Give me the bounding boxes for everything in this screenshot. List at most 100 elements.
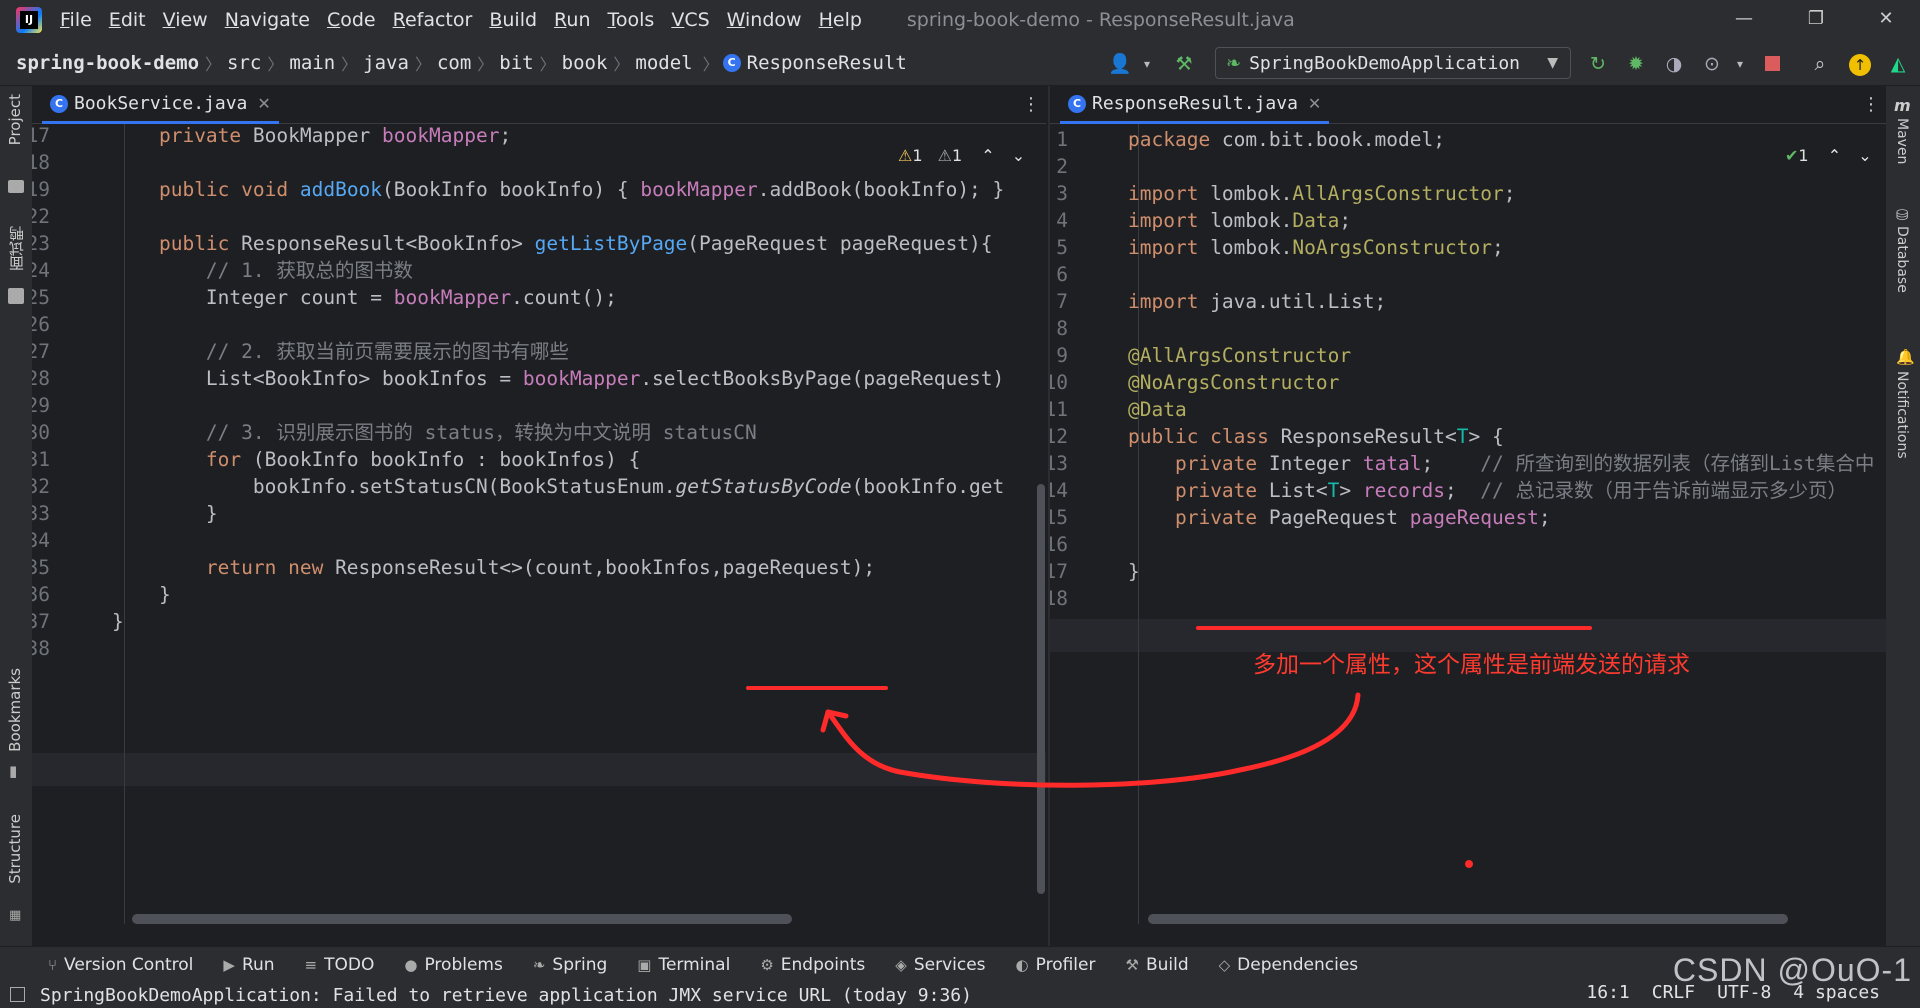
- menu-window[interactable]: Window: [727, 9, 802, 31]
- menu-code[interactable]: Code: [327, 9, 376, 31]
- tool-window-build[interactable]: ⚒ Build: [1125, 955, 1188, 975]
- update-icon[interactable]: ↑: [1848, 52, 1872, 76]
- project-tool-button[interactable]: Project: [6, 94, 24, 145]
- tool-window-spring[interactable]: ❧ Spring: [533, 955, 607, 975]
- left-code-editor[interactable]: ⚠1 ⚠1 ⌃ ⌄ 17 private BookMapper bookMapp…: [32, 124, 1046, 924]
- breadcrumb-file[interactable]: ResponseResult: [747, 52, 913, 74]
- main-menu: File Edit View Navigate Code Refactor Build Run…: [60, 9, 879, 31]
- minimize-icon[interactable]: —: [1724, 8, 1764, 29]
- left-editor-pane: C BookService.java ✕ ⋮ ⚠1 ⚠1 ⌃ ⌄ 17 priv…: [32, 86, 1046, 946]
- breadcrumb-model[interactable]: model: [629, 52, 698, 74]
- mianshi-icon: [8, 288, 24, 304]
- tool-window-endpoints[interactable]: ⚙ Endpoints: [760, 955, 865, 975]
- coverage-icon[interactable]: ◑: [1662, 52, 1686, 76]
- menu-view[interactable]: View: [163, 9, 208, 31]
- vertical-scrollbar[interactable]: [1037, 484, 1045, 894]
- code-line[interactable]: 18: [1050, 582, 1886, 615]
- chevron-down-icon[interactable]: ▾: [1135, 52, 1159, 76]
- close-window-icon[interactable]: ✕: [1866, 8, 1906, 29]
- breadcrumb-java[interactable]: java: [357, 52, 415, 74]
- maven-tool-button[interactable]: Maven: [1894, 118, 1910, 164]
- csdn-watermark: CSDN @OuO-1: [1672, 952, 1912, 988]
- todo-icon: ≡: [304, 955, 318, 974]
- debug-bug-icon[interactable]: ✹: [1624, 52, 1648, 76]
- right-tab-bar: C ResponseResult.java ✕ ⋮: [1050, 86, 1886, 124]
- close-tab-icon[interactable]: ✕: [1308, 94, 1321, 113]
- menu-refactor[interactable]: Refactor: [393, 9, 473, 31]
- profile-icon[interactable]: ⊙: [1700, 52, 1724, 76]
- menu-navigate[interactable]: Navigate: [225, 9, 310, 31]
- class-icon: C: [50, 94, 68, 113]
- window-title: spring-book-demo - ResponseResult.java: [906, 9, 1295, 31]
- menu-file[interactable]: File: [60, 9, 92, 31]
- database-icon: ⛁: [1896, 206, 1909, 224]
- services-icon: ◈: [895, 955, 907, 974]
- right-code-editor[interactable]: ✔1 ⌃ ⌄ 1 package com.bit.book.model; 2 3 imp…: [1050, 124, 1886, 924]
- line-number[interactable]: 38: [32, 632, 50, 665]
- plugin-icon[interactable]: ◭: [1886, 52, 1910, 76]
- search-icon[interactable]: ⌕: [1808, 52, 1832, 76]
- breadcrumb-separator: 〉: [477, 54, 494, 74]
- toggle-tool-windows-icon[interactable]: [10, 987, 25, 1002]
- tool-window-bar: ⑂ Version Control ▶ Run ≡ TODO ● Problems ❧ Sprin…: [0, 946, 1920, 982]
- restore-icon[interactable]: ❐: [1796, 8, 1836, 29]
- spring-run-icon: ❧: [1226, 52, 1242, 74]
- breadcrumb-book[interactable]: book: [556, 52, 614, 74]
- close-tab-icon[interactable]: ✕: [257, 94, 270, 113]
- tool-window-dependencies[interactable]: ◇ Dependencies: [1219, 955, 1359, 975]
- class-icon: C: [1068, 94, 1086, 113]
- class-icon: C: [722, 53, 741, 72]
- intellij-logo-icon[interactable]: IJ: [16, 7, 42, 33]
- run-icon: ▶: [223, 955, 235, 974]
- menu-build[interactable]: Build: [489, 9, 537, 31]
- bookmarks-tool-button[interactable]: Bookmarks: [6, 668, 24, 752]
- breadcrumb-separator: 〉: [414, 54, 431, 74]
- annotation-text: 多加一个属性，这个属性是前端发送的请求: [1253, 652, 1690, 678]
- chevron-down-icon[interactable]: ▾: [1728, 52, 1752, 76]
- code-line[interactable]: 38: [32, 632, 1046, 665]
- database-tool-button[interactable]: Database: [1894, 226, 1910, 293]
- line-number[interactable]: 18: [1050, 582, 1068, 615]
- hammer-build-icon[interactable]: ⚒: [1172, 52, 1196, 76]
- bookmark-icon: ▮: [9, 762, 18, 780]
- caret-position[interactable]: 16:1: [1586, 982, 1629, 1003]
- more-options-icon[interactable]: ⋮: [1022, 94, 1040, 115]
- tool-window-todo[interactable]: ≡ TODO: [305, 955, 375, 975]
- user-icon[interactable]: 👤: [1108, 52, 1132, 76]
- breadcrumb-com[interactable]: com: [431, 52, 477, 74]
- horizontal-scrollbar[interactable]: [132, 914, 792, 924]
- notifications-tool-button[interactable]: Notifications: [1894, 371, 1910, 459]
- tool-window-terminal[interactable]: ▣ Terminal: [637, 955, 730, 975]
- more-options-icon[interactable]: ⋮: [1862, 94, 1880, 115]
- spring-icon: ❧: [532, 955, 546, 974]
- mianshi-tool-button[interactable]: 面试鸭: [6, 226, 27, 271]
- status-message[interactable]: SpringBookDemoApplication: Failed to ret…: [40, 985, 972, 1006]
- structure-tool-button[interactable]: Structure: [6, 814, 24, 884]
- tool-window-run[interactable]: ▶ Run: [223, 955, 274, 975]
- breadcrumb: 〉 src 〉 main 〉 java 〉 com 〉 bit 〉 book 〉 model: [205, 51, 699, 75]
- tool-window-services[interactable]: ◈ Services: [895, 955, 985, 975]
- menu-run[interactable]: Run: [554, 9, 590, 31]
- tab-responseresult[interactable]: C ResponseResult.java ✕: [1060, 86, 1330, 124]
- menu-help[interactable]: Help: [819, 9, 862, 31]
- breadcrumb-main[interactable]: main: [283, 52, 341, 74]
- menu-vcs[interactable]: VCS: [671, 9, 709, 31]
- tool-window-profiler[interactable]: ◐ Profiler: [1016, 955, 1096, 975]
- menu-tools[interactable]: Tools: [608, 9, 655, 31]
- run-configuration-select[interactable]: ❧ SpringBookDemoApplication ▼: [1215, 47, 1571, 79]
- breadcrumb-bit[interactable]: bit: [493, 52, 539, 74]
- problems-icon: ●: [404, 955, 418, 974]
- tool-window-version-control[interactable]: ⑂ Version Control: [48, 955, 193, 975]
- navigation-bar: spring-book-demo 〉 src 〉 main 〉 java 〉 com 〉 bit 〉…: [0, 40, 1920, 86]
- left-tool-strip: Project 面试鸭 Bookmarks ▮ Structure ▦: [0, 86, 32, 946]
- rerun-icon[interactable]: ↻: [1586, 52, 1610, 76]
- build-icon: ⚒: [1125, 955, 1139, 974]
- breadcrumb-src[interactable]: src: [221, 52, 267, 74]
- stop-icon[interactable]: [1760, 52, 1784, 76]
- breadcrumb-separator: 〉: [341, 54, 358, 74]
- menu-edit[interactable]: Edit: [109, 9, 146, 31]
- maven-icon: m: [1894, 96, 1911, 115]
- breadcrumb-project[interactable]: spring-book-demo: [0, 52, 205, 74]
- tool-window-problems[interactable]: ● Problems: [404, 955, 502, 975]
- horizontal-scrollbar[interactable]: [1148, 914, 1788, 924]
